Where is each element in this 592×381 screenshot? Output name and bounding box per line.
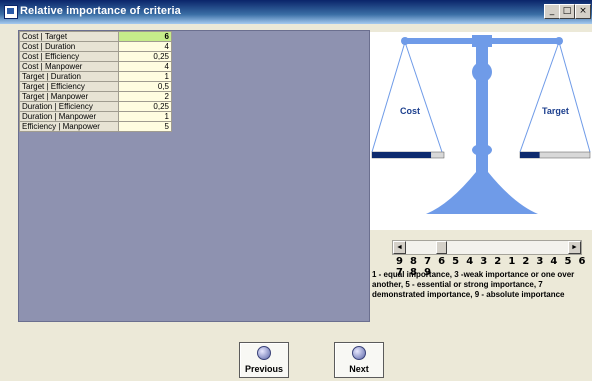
table-row[interactable]: Cost | Efficiency 0,25 [19,51,172,62]
scroll-thumb[interactable] [435,241,447,254]
criteria-pair-value[interactable]: 0,25 [118,101,172,112]
maximize-button[interactable]: □ [559,4,575,19]
next-icon [352,346,366,360]
criteria-pair-value[interactable]: 5 [118,121,172,132]
previous-label: Previous [244,364,284,374]
left-string-a [371,41,406,153]
window-title: Relative importance of criteria [20,5,181,17]
criteria-pair-label: Cost | Target [19,31,119,42]
base [426,172,538,214]
importance-control: ◄ ► 9 8 7 6 5 4 3 2 1 2 3 4 5 6 7 8 9 1 … [370,230,592,328]
right-string-b [558,41,591,153]
title-bar: Relative importance of criteria _ □ × [0,0,592,24]
scroll-left-button[interactable]: ◄ [393,241,406,254]
criteria-pair-label: Cost | Duration [19,41,119,52]
table-row[interactable]: Cost | Manpower 4 [19,61,172,72]
table-row[interactable]: Target | Manpower 2 [19,91,172,102]
right-weight-label: Target [542,106,569,116]
right-pan-fill [520,152,540,158]
table-row[interactable]: Duration | Efficiency 0,25 [19,101,172,112]
main-area: Cost | Target 6 Cost | Duration 4 Cost | Eff… [4,24,592,328]
criteria-pair-label: Target | Manpower [19,91,119,102]
criteria-pair-value[interactable]: 6 [118,31,172,42]
table-row[interactable]: Cost | Target 6 [19,31,172,42]
criteria-pair-label: Target | Efficiency [19,81,119,92]
table-row[interactable]: Duration | Manpower 1 [19,111,172,122]
previous-icon [257,346,271,360]
scroll-right-button[interactable]: ► [568,241,581,254]
criteria-pair-value[interactable]: 0,25 [118,51,172,62]
criteria-grid: Cost | Target 6 Cost | Duration 4 Cost | Eff… [19,31,172,132]
table-row[interactable]: Efficiency | Manpower 5 [19,121,172,132]
importance-scrollbar[interactable]: ◄ ► [392,240,582,255]
comparison-pane: Cost | Target 6 Cost | Duration 4 Cost | Eff… [18,30,370,322]
balance-scale-svg: Cost Target [371,35,591,214]
column-knob [472,62,492,82]
criteria-pair-value[interactable]: 2 [118,91,172,102]
criteria-pair-label: Cost | Efficiency [19,51,119,62]
column-knob-lower [472,144,492,156]
left-pivot [401,37,409,45]
table-row[interactable]: Target | Duration 1 [19,71,172,82]
minimize-button[interactable]: _ [544,4,560,19]
right-pane: Cost Target ◄ ► 9 8 7 6 5 4 3 2 1 2 3 4 … [370,32,592,328]
importance-legend: 1 - equal importance, 3 -weak importance… [372,270,575,299]
criteria-pair-label: Efficiency | Manpower [19,121,119,132]
previous-button[interactable]: Previous [239,342,289,378]
table-row[interactable]: Target | Efficiency 0,5 [19,81,172,92]
criteria-pair-label: Duration | Manpower [19,111,119,122]
criteria-pair-value[interactable]: 0,5 [118,81,172,92]
app-icon [4,5,18,19]
next-label: Next [349,364,369,374]
criteria-pair-value[interactable]: 1 [118,71,172,82]
left-string-b [404,41,443,153]
criteria-pair-value[interactable]: 1 [118,111,172,122]
close-button[interactable]: × [575,4,591,19]
criteria-pair-value[interactable]: 4 [118,61,172,72]
right-string-a [519,41,560,153]
left-pan-fill [372,152,432,158]
criteria-pair-value[interactable]: 4 [118,41,172,52]
criteria-pair-label: Duration | Efficiency [19,101,119,112]
criteria-pair-label: Cost | Manpower [19,61,119,72]
next-button[interactable]: Next [334,342,384,378]
table-row[interactable]: Cost | Duration 4 [19,41,172,52]
left-weight-label: Cost [400,106,420,116]
criteria-pair-label: Target | Duration [19,71,119,82]
balance-scale: Cost Target [370,32,592,224]
beam-hub [472,35,492,47]
